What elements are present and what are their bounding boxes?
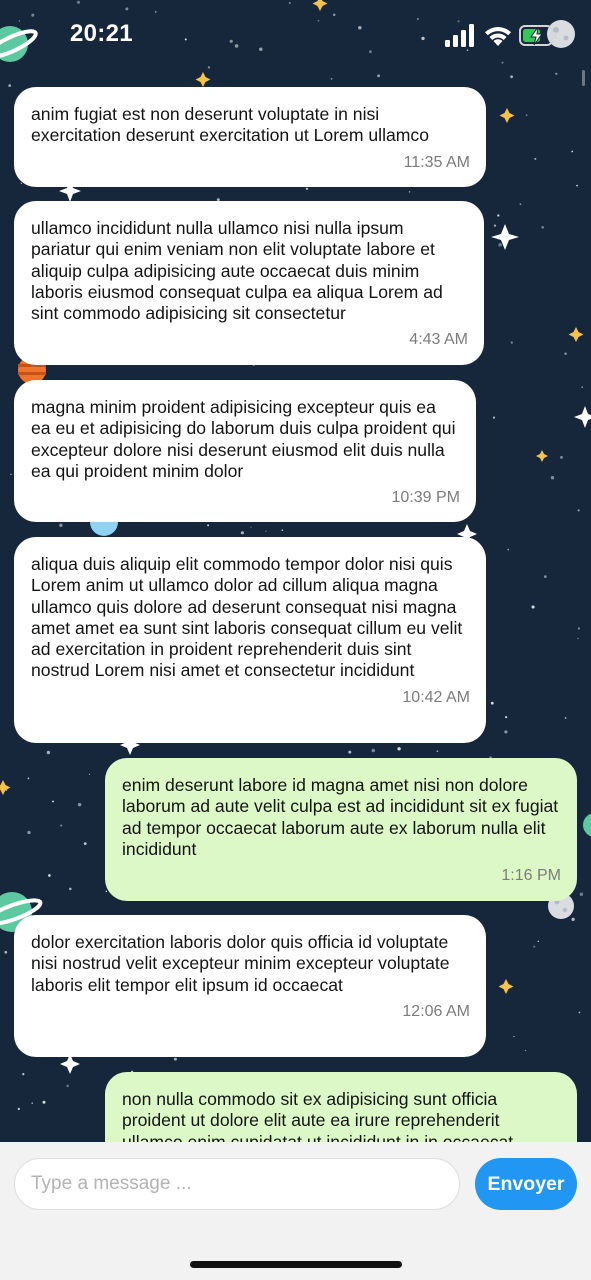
message-timestamp: 1:16 PM [501, 867, 561, 885]
status-bar: 20:21 [0, 0, 591, 70]
message-timestamp: 11:35 AM [403, 153, 470, 171]
send-button[interactable]: Envoyer [475, 1158, 577, 1210]
status-icons [445, 20, 575, 50]
message-timestamp: 4:43 AM [409, 331, 468, 349]
message-timestamp: 10:39 PM [391, 489, 460, 507]
message-text: ullamco incididunt nulla ullamco nisi nu… [31, 218, 443, 324]
message-input[interactable] [14, 1158, 460, 1210]
signal-icon [445, 24, 474, 47]
chat-screen: 20:21 anim fugiat est non deserunt volup… [0, 0, 591, 1280]
message-bubble-received[interactable]: dolor exercitation laboris dolor quis of… [14, 915, 486, 1057]
message-text: enim deserunt labore id magna amet nisi … [122, 775, 559, 859]
battery-charging-icon [519, 25, 557, 46]
status-time: 20:21 [70, 20, 133, 47]
message-list[interactable]: anim fugiat est non deserunt voluptate i… [0, 0, 591, 1142]
message-text: magna minim proident adipisicing excepte… [31, 397, 456, 481]
message-composer: Envoyer [0, 1142, 591, 1280]
message-bubble-received[interactable]: aliqua duis aliquip elit commodo tempor … [14, 537, 486, 743]
message-bubble-received[interactable]: magna minim proident adipisicing excepte… [14, 380, 476, 522]
message-text: anim fugiat est non deserunt voluptate i… [31, 104, 430, 146]
message-timestamp: 12:06 AM [402, 1002, 470, 1020]
message-bubble-received[interactable]: anim fugiat est non deserunt voluptate i… [14, 87, 486, 187]
message-text: non nulla commodo sit ex adipisicing sun… [122, 1089, 514, 1142]
scroll-indicator[interactable] [582, 70, 585, 86]
wifi-icon [485, 26, 511, 46]
message-bubble-received[interactable]: ullamco incididunt nulla ullamco nisi nu… [14, 201, 484, 365]
message-bubble-sent[interactable]: enim deserunt labore id magna amet nisi … [105, 758, 577, 901]
message-bubble-sent[interactable]: non nulla commodo sit ex adipisicing sun… [105, 1072, 577, 1142]
message-text: aliqua duis aliquip elit commodo tempor … [31, 554, 463, 681]
message-timestamp: 10:42 AM [402, 688, 470, 706]
message-text: dolor exercitation laboris dolor quis of… [31, 932, 450, 995]
home-indicator[interactable] [190, 1261, 402, 1268]
